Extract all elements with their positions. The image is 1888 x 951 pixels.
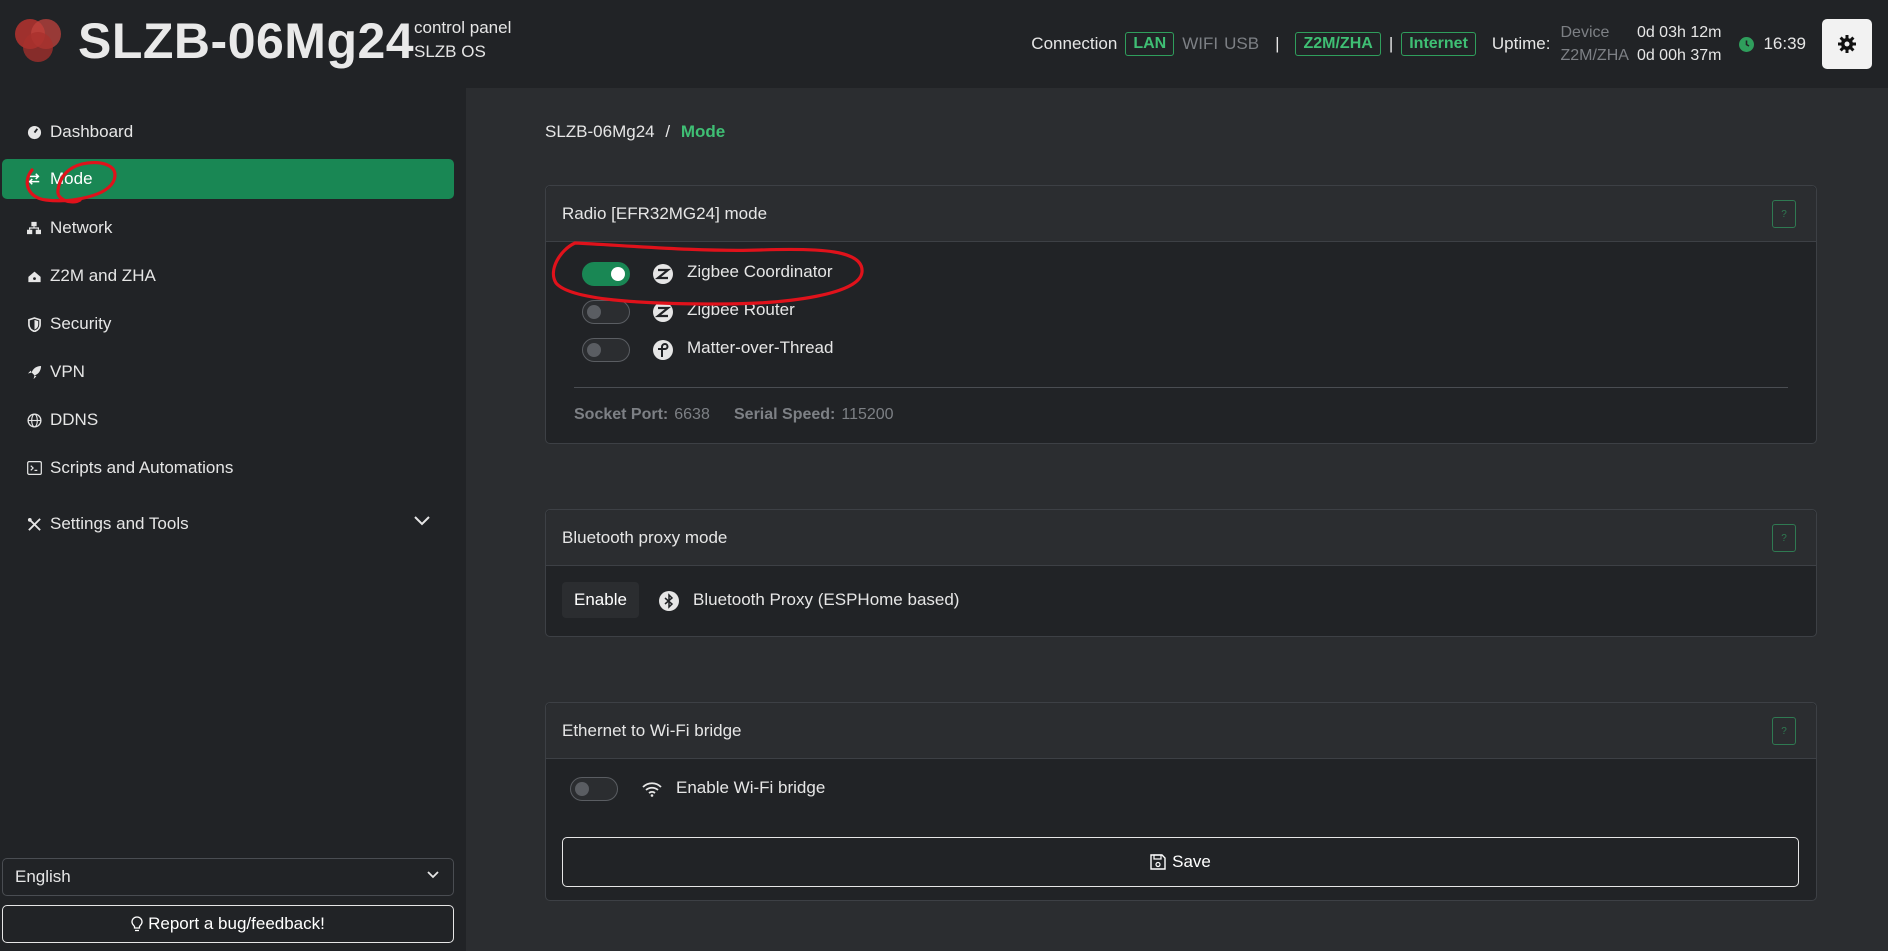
swap-arrows-icon [26,171,42,187]
conn-wifi-label: WIFI [1182,34,1219,53]
sidebar-item-dashboard[interactable]: Dashboard [2,112,454,152]
separator: | [1275,34,1280,53]
zigbee-icon [653,264,673,284]
gear-icon [1838,35,1856,53]
enable-bt-proxy-button[interactable]: Enable [562,582,639,618]
separator: | [1388,34,1394,53]
globe-icon [26,412,42,428]
shield-icon [26,316,42,332]
language-select[interactable]: English [2,858,454,896]
bt-proxy-label: Bluetooth Proxy (ESPHome based) [693,590,960,609]
sidebar-item-z2m[interactable]: Z2M and ZHA [2,256,454,296]
bridge-card-header: Ethernet to Wi-Fi bridge ? [546,703,1816,759]
socket-port-info: Socket Port: 6638 [574,406,710,423]
conn-usb-label: USB [1224,34,1260,53]
bluetooth-proxy-card: Bluetooth proxy mode ? Enable Bluetooth … [545,509,1817,637]
toggle-zigbee-router[interactable] [582,300,630,324]
top-header: SLZB-06Mg24 control panel SLZB OS Connec… [0,0,1888,88]
tools-icon [26,516,42,532]
thread-icon [653,340,673,360]
dashboard-icon [26,124,42,140]
toggle-zigbee-coordinator[interactable] [582,262,630,286]
uptime-label: Uptime: [1491,34,1551,53]
option-label-router: Zigbee Router [687,300,795,319]
network-icon [26,220,42,236]
breadcrumb-root[interactable]: SLZB-06Mg24 [545,122,655,141]
help-button[interactable]: ? [1772,717,1796,745]
help-button[interactable]: ? [1772,524,1796,552]
sidebar: Dashboard Mode Network Z2M and ZHA Secur… [0,88,466,951]
z2m-badge: Z2M/ZHA [1295,32,1381,56]
sidebar-item-network[interactable]: Network [2,208,454,248]
option-label-coordinator: Zigbee Coordinator [687,262,833,281]
bt-card-header: Bluetooth proxy mode ? [546,510,1816,566]
sidebar-item-ddns[interactable]: DDNS [2,400,454,440]
serial-speed-info: Serial Speed: 115200 [734,406,894,423]
theme-toggle-button[interactable] [1822,19,1872,69]
conn-lan-badge: LAN [1125,32,1175,56]
toggle-matter-thread[interactable] [582,338,630,362]
wifi-icon [642,782,662,797]
rocket-icon [26,364,42,380]
wifi-bridge-label: Enable Wi-Fi bridge [676,778,826,797]
house-signal-icon [26,268,42,284]
save-button[interactable]: Save [562,837,1799,887]
chevron-down-icon [427,871,439,879]
sidebar-item-settings[interactable]: Settings and Tools [2,504,454,544]
breadcrumb-current: Mode [680,122,726,141]
option-label-matter: Matter-over-Thread [687,338,834,357]
sidebar-item-security[interactable]: Security [2,304,454,344]
radio-mode-card: Radio [EFR32MG24] mode ? Zigbee Coordina… [545,185,1817,444]
zigbee-icon [653,302,673,322]
wifi-bridge-card: Ethernet to Wi-Fi bridge ? Enable Wi-Fi … [545,702,1817,901]
uptime-values: Device 0d 03h 12m Z2M/ZHA 0d 00h 37m [1560,24,1722,64]
bluetooth-icon [659,591,679,611]
floppy-disk-icon [1150,854,1166,870]
terminal-icon [26,460,42,476]
help-button[interactable]: ? [1772,200,1796,228]
header-status: Connection LAN WIFI USB | Z2M/ZHA | Inte… [1031,0,1888,88]
clock-icon [1739,36,1755,52]
sidebar-item-scripts[interactable]: Scripts and Automations [2,448,454,488]
logo-icon [15,19,61,62]
chevron-down-icon [414,516,430,526]
divider [574,387,1788,388]
brand-title: SLZB-06Mg24 [78,13,415,69]
breadcrumb: SLZB-06Mg24 / Mode [545,122,726,141]
radio-card-header: Radio [EFR32MG24] mode ? [546,186,1816,242]
brand-subtitle: control panel SLZB OS [414,18,512,61]
sidebar-item-mode[interactable]: Mode [2,159,454,199]
connection-label: Connection [1031,34,1118,53]
report-bug-button[interactable]: Report a bug/feedback! [2,905,454,943]
toggle-wifi-bridge[interactable] [570,777,618,801]
clock: 16:39 [1739,34,1806,54]
sidebar-item-vpn[interactable]: VPN [2,352,454,392]
internet-badge: Internet [1401,32,1476,56]
lightbulb-icon [131,916,143,932]
